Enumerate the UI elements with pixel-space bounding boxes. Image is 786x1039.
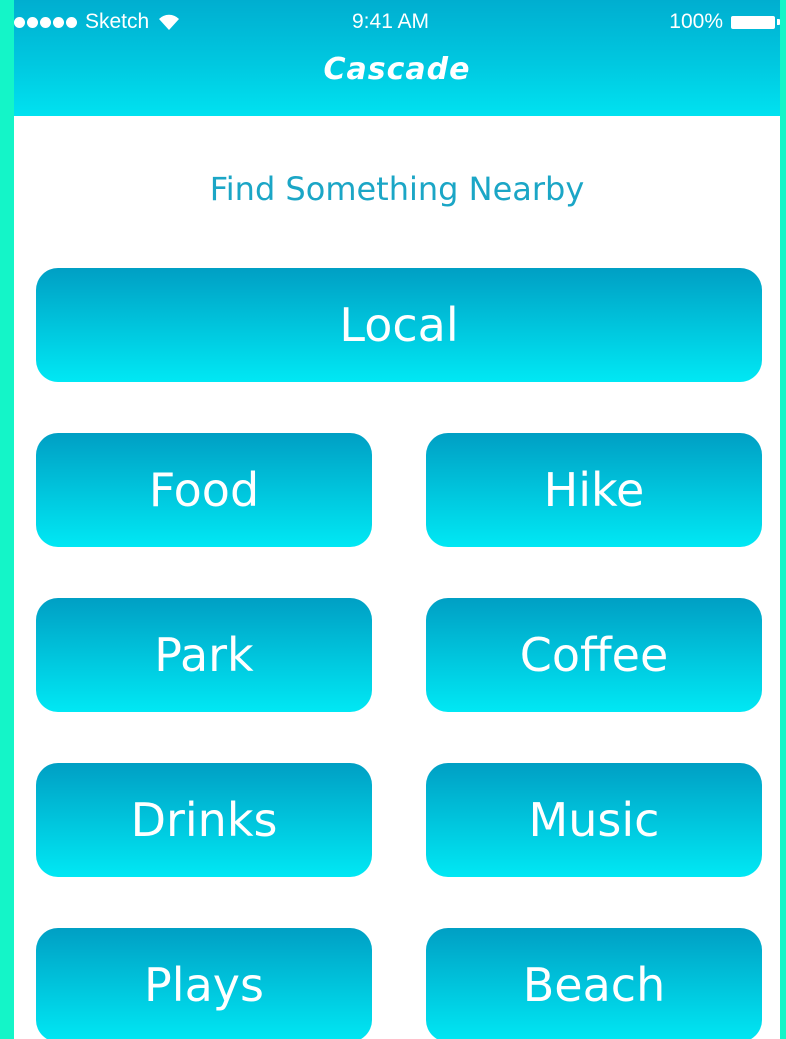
wifi-icon <box>159 14 180 30</box>
status-right: 100% <box>669 10 780 34</box>
battery-icon <box>731 15 780 29</box>
phone-screen: Sketch 9:41 AM 100% Cascade Find Somethi… <box>14 0 780 1039</box>
carrier-name: Sketch <box>85 10 150 33</box>
status-left: Sketch <box>14 10 181 34</box>
navigation-bar: Sketch 9:41 AM 100% Cascade <box>14 0 780 116</box>
status-bar: Sketch 9:41 AM 100% <box>14 0 780 44</box>
category-button-hike[interactable]: Hike <box>426 433 762 547</box>
category-button-beach[interactable]: Beach <box>426 928 762 1039</box>
app-title: Cascade <box>323 52 471 87</box>
category-button-music[interactable]: Music <box>426 763 762 877</box>
category-button-park[interactable]: Park <box>36 598 372 712</box>
battery-percent: 100% <box>669 10 723 33</box>
category-button-drinks[interactable]: Drinks <box>36 763 372 877</box>
signal-strength-icon <box>14 16 77 28</box>
page-subtitle: Find Something Nearby <box>209 170 585 208</box>
category-button-food[interactable]: Food <box>36 433 372 547</box>
category-button-plays[interactable]: Plays <box>36 928 372 1039</box>
category-button-coffee[interactable]: Coffee <box>426 598 762 712</box>
local-button[interactable]: Local <box>36 268 762 382</box>
status-time: 9:41 AM <box>352 10 430 33</box>
